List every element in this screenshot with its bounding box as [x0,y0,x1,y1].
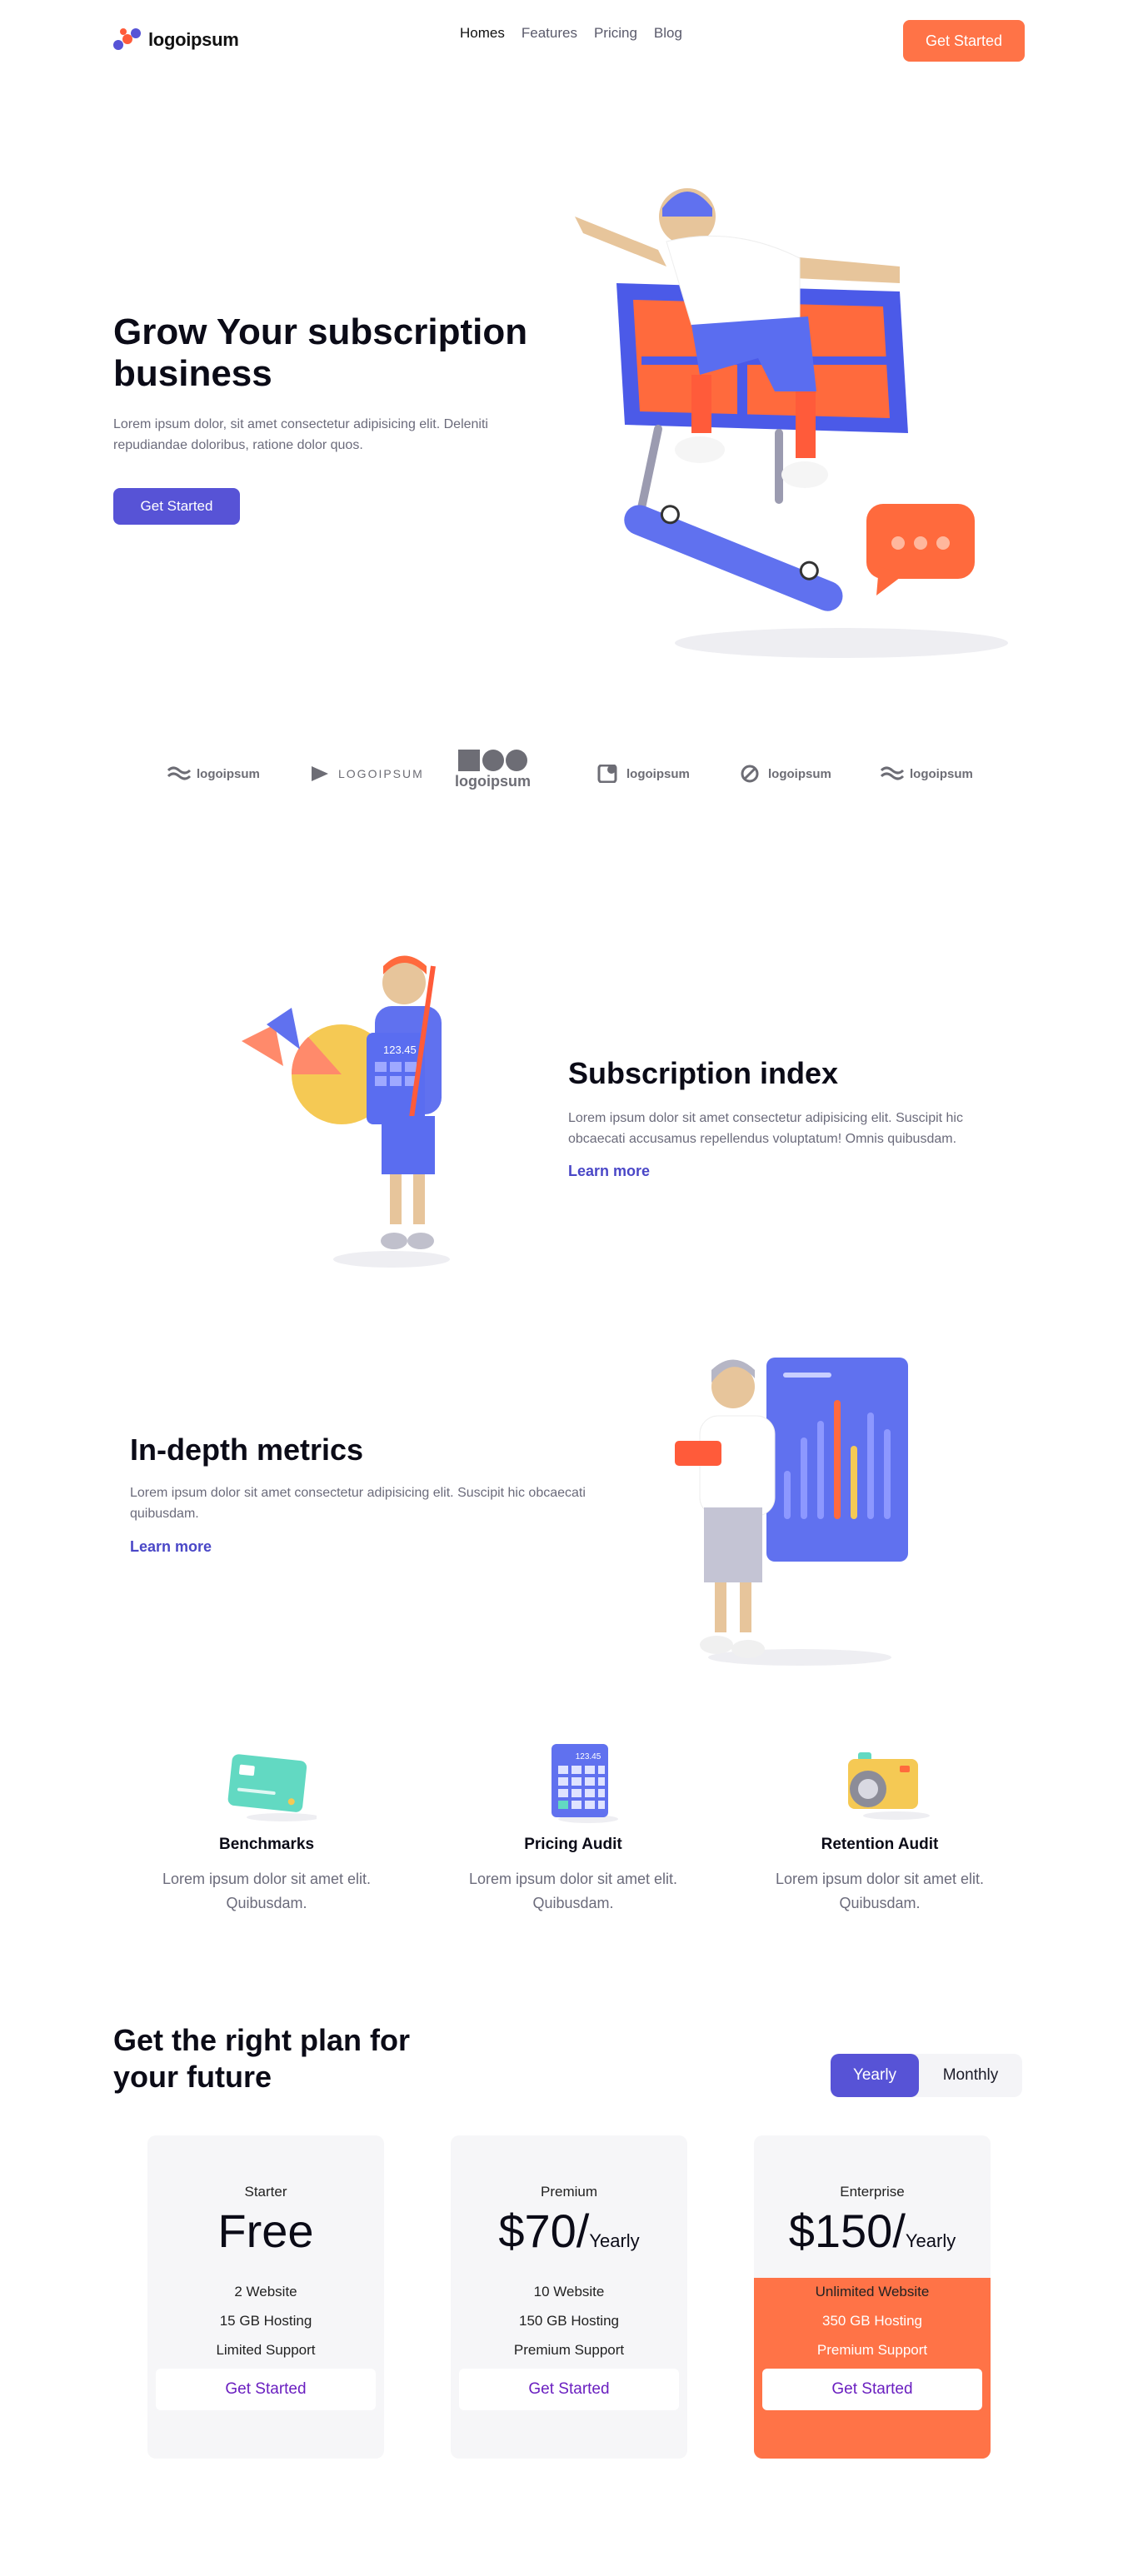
partner-logo: logoipsum [596,765,690,783]
plan-card-starter: Starter Free 2 Website 15 GB Hosting Lim… [147,2135,384,2459]
hero-text: Lorem ipsum dolor, sit amet consectetur … [113,417,488,452]
nav-links: Homes Features Pricing Blog [460,25,682,42]
waves-logo-icon [167,766,192,780]
feature-subscription-learn-more-link[interactable]: Learn more [568,1163,650,1180]
logo-text: logoipsum [148,29,239,50]
logo-mark-icon [113,28,142,52]
benchmarks-title: Benchmarks [218,1836,315,1853]
partner-logo: logoipsum [455,750,531,790]
plan-feature: Premium Support [816,2342,928,2358]
skateboarder-bookshelf-illustration [575,188,1008,658]
pie-chart-calculator-illustration: 123.45 [242,955,450,1268]
retention-audit-title: Retention Audit [821,1836,939,1853]
bar-board-thinker-illustration [675,1358,908,1666]
premium-get-started-button[interactable]: Get Started [459,2369,679,2410]
plan-features: 10 Website 150 GB Hosting Premium Suppor… [451,2277,687,2364]
nav-link-blog[interactable]: Blog [654,25,682,42]
feature-subscription-title: Subscription index [568,1056,839,1090]
plan-feature: 150 GB Hosting [518,2313,619,2329]
monthly-toggle-button[interactable]: Monthly [919,2054,1022,2097]
hero-get-started-button[interactable]: Get Started [113,488,240,525]
plan-feature: Unlimited Website [815,2284,930,2299]
camera-icon [848,1752,930,1820]
pricing-audit-text: Lorem ipsum dolor sit amet elit. Quibusd… [468,1871,678,1911]
plan-feature: Limited Support [216,2342,316,2358]
yearly-toggle-button[interactable]: Yearly [831,2054,919,2097]
plan-feature: Premium Support [513,2342,625,2358]
plan-tier: Premium [540,2184,597,2200]
plan-feature: 15 GB Hosting [219,2313,312,2329]
credit-card-icon [227,1754,317,1821]
svg-text:123.45: 123.45 [576,1752,601,1761]
calculator-icon: 123.45 [552,1744,618,1823]
plan-price: $70/Yearly [498,2205,640,2257]
feature-subscription-text: Lorem ipsum dolor sit amet consectetur a… [568,1111,963,1146]
enterprise-get-started-button[interactable]: Get Started [762,2369,982,2410]
plan-tier: Starter [244,2184,287,2200]
partner-logo: logoipsum [880,765,973,783]
partner-logo: LOGOIPSUM [308,765,424,783]
retention-audit-text: Lorem ipsum dolor sit amet elit. Quibusd… [775,1871,985,1911]
nav-link-homes[interactable]: Homes [460,25,505,42]
plan-feature: 350 GB Hosting [821,2313,922,2329]
benchmarks-card: Benchmarks Lorem ipsum dolor sit amet el… [142,1741,392,1916]
partner-logo: logoipsum [738,765,831,783]
calculator-display: 123.45 [383,1044,417,1056]
arrow-logo-icon [312,766,328,781]
plan-card-enterprise: Enterprise $150/Yearly Unlimited Website… [754,2135,991,2459]
top-navbar: logoipsum Homes Features Pricing Blog Ge… [0,0,1138,80]
benchmarks-text: Lorem ipsum dolor sit amet elit. Quibusd… [162,1871,372,1911]
plan-features: Unlimited Website 350 GB Hosting Premium… [754,2277,991,2364]
brand-logo[interactable]: logoipsum [113,28,239,52]
plan-price: Free [217,2205,314,2257]
plan-card-premium: Premium $70/Yearly 10 Website 150 GB Hos… [451,2135,687,2459]
hero-title: Grow Your subscription business [113,311,528,394]
plan-price: $150/Yearly [788,2205,956,2257]
circle-logo-icon [741,765,759,783]
plan-tier: Enterprise [840,2184,905,2200]
feature-metrics-text: Lorem ipsum dolor sit amet consectetur a… [130,1486,586,1521]
nav-link-features[interactable]: Features [522,25,577,42]
shapes-logo-icon [457,750,527,771]
retention-audit-card: Retention Audit Lorem ipsum dolor sit am… [755,1741,1005,1916]
feature-metrics-title: In-depth metrics [130,1432,364,1467]
partner-logo: logoipsum [167,765,260,783]
pricing-audit-title: Pricing Audit [524,1836,622,1853]
square-logo-icon [597,765,617,783]
pricing-title: Get the right plan for your future [113,2023,410,2094]
plan-features: 2 Website 15 GB Hosting Limited Support [147,2277,384,2364]
billing-period-toggle: Yearly Monthly [831,2054,1022,2097]
plan-feature: 10 Website [533,2284,605,2299]
waves-logo-icon [880,766,905,780]
starter-get-started-button[interactable]: Get Started [156,2369,376,2410]
nav-link-pricing[interactable]: Pricing [594,25,637,42]
partner-logos: logoipsum LOGOIPSUM logoipsum logoipsum … [163,750,988,816]
plan-feature: 2 Website [234,2284,297,2299]
nav-get-started-button[interactable]: Get Started [903,20,1025,62]
pricing-audit-card: 123.45 Pricing Audit Lorem ipsum dolor s… [448,1741,698,1916]
feature-metrics-learn-more-link[interactable]: Learn more [130,1538,212,1556]
